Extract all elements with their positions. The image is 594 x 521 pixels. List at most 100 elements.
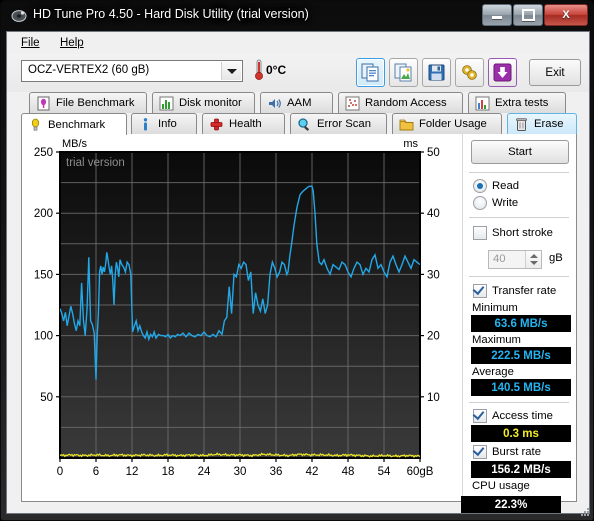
minimize-button[interactable] — [482, 4, 512, 26]
client-area: File Help OCZ-VERTEX2 (60 gB) 0°C Exit F… — [6, 31, 590, 514]
checkbox-short-stroke[interactable]: Short stroke — [473, 226, 553, 240]
divider-3 — [469, 276, 569, 277]
info-icon — [138, 117, 153, 132]
svg-text:48: 48 — [342, 466, 355, 478]
folder-icon — [399, 117, 414, 132]
checkbox-burst-rate-label: Burst rate — [492, 446, 541, 458]
copy-image-button[interactable] — [389, 58, 418, 87]
copy-text-button[interactable] — [356, 58, 385, 87]
checkbox-burst-rate-box — [473, 445, 487, 459]
tab-erase[interactable]: Erase — [507, 113, 577, 134]
tab-benchmark-label: Benchmark — [48, 118, 106, 131]
checkbox-access-time[interactable]: Access time — [473, 409, 553, 423]
tab-aam-label: AAM — [287, 97, 312, 109]
resize-grip[interactable] — [579, 506, 591, 518]
tab-file-benchmark[interactable]: File Benchmark — [29, 92, 147, 113]
maximize-button[interactable] — [513, 4, 543, 26]
svg-text:150: 150 — [34, 269, 53, 281]
svg-text:250: 250 — [34, 147, 53, 159]
tab-extra-tests-label: Extra tests — [495, 97, 549, 109]
settings-button[interactable] — [455, 58, 484, 87]
svg-text:0: 0 — [57, 466, 63, 478]
radio-read[interactable]: Read — [473, 179, 519, 193]
save-button[interactable] — [422, 58, 451, 87]
tab-benchmark[interactable]: Benchmark — [21, 113, 127, 135]
temperature-value: 0°C — [266, 63, 287, 77]
close-icon: X — [562, 9, 570, 21]
tab-info[interactable]: Info — [131, 113, 197, 134]
divider-1 — [469, 172, 569, 173]
benchmark-chart: trial version MB/s ms 50 100 150 200 250 10 20 30 4… — [22, 134, 459, 500]
minimum-value: 63.6 MB/s — [471, 315, 571, 332]
svg-text:54: 54 — [378, 466, 391, 478]
exit-button-label: Exit — [545, 66, 565, 79]
start-button-label: Start — [508, 146, 532, 158]
svg-text:60gB: 60gB — [407, 466, 434, 478]
average-value: 140.5 MB/s — [471, 379, 571, 396]
tab-disk-monitor[interactable]: Disk monitor — [152, 92, 255, 113]
radio-read-indicator — [473, 179, 487, 193]
svg-text:MB/s: MB/s — [62, 138, 88, 150]
svg-text:100: 100 — [34, 331, 53, 343]
hdtune-logo-icon — [11, 8, 27, 24]
short-stroke-stepper[interactable]: 40 — [488, 250, 542, 269]
chevron-down-icon[interactable] — [221, 62, 241, 80]
svg-text:12: 12 — [126, 466, 139, 478]
tab-folder-usage[interactable]: Folder Usage — [392, 113, 502, 134]
checkbox-transfer-rate-box — [473, 284, 487, 298]
tab-error-scan-label: Error Scan — [317, 118, 371, 130]
svg-text:10: 10 — [427, 392, 440, 404]
svg-text:30: 30 — [234, 466, 247, 478]
close-button[interactable]: X — [544, 4, 588, 26]
checkbox-transfer-rate[interactable]: Transfer rate — [473, 284, 556, 298]
svg-text:200: 200 — [34, 208, 53, 220]
tab-extra-tests[interactable]: Extra tests — [468, 92, 566, 113]
red-cross-icon — [209, 117, 224, 132]
burst-rate-value: 156.2 MB/s — [471, 461, 571, 478]
checkbox-short-stroke-label: Short stroke — [492, 227, 553, 239]
svg-text:6: 6 — [93, 466, 99, 478]
transfer-rate-graph: trial version MB/s ms 50 100 150 200 250 10 20 30 4… — [34, 138, 440, 478]
scatter-icon — [345, 96, 360, 111]
speaker-icon — [267, 96, 282, 111]
thermometer-icon — [254, 59, 264, 81]
menu-bar: File Help — [7, 32, 589, 55]
svg-text:36: 36 — [270, 466, 283, 478]
checkbox-burst-rate[interactable]: Burst rate — [473, 445, 541, 459]
window-controls: X — [482, 4, 588, 26]
radio-write[interactable]: Write — [473, 196, 518, 210]
menu-help[interactable]: Help — [54, 36, 90, 50]
toolbar-buttons — [356, 58, 517, 87]
minimum-label: Minimum — [472, 302, 518, 314]
svg-text:18: 18 — [162, 466, 175, 478]
tab-random-access-label: Random Access — [365, 97, 447, 109]
tab-aam[interactable]: AAM — [260, 92, 333, 113]
tab-file-benchmark-label: File Benchmark — [56, 97, 135, 109]
checkbox-short-stroke-box — [473, 226, 487, 240]
tab-health[interactable]: Health — [202, 113, 285, 134]
checkbox-access-time-label: Access time — [492, 410, 553, 422]
download-button[interactable] — [488, 58, 517, 87]
extra-tests-icon — [475, 96, 490, 111]
average-label: Average — [472, 366, 514, 378]
start-button[interactable]: Start — [471, 140, 569, 164]
svg-text:50: 50 — [427, 147, 440, 159]
toolbar: OCZ-VERTEX2 (60 gB) 0°C Exit — [7, 54, 589, 92]
title-bar: HD Tune Pro 4.50 - Hard Disk Utility (tr… — [1, 1, 593, 31]
radio-write-label: Write — [492, 197, 519, 209]
lightbulb-icon — [28, 117, 43, 132]
short-stroke-spin-buttons[interactable] — [525, 251, 541, 268]
drive-select[interactable]: OCZ-VERTEX2 (60 gB) — [21, 60, 243, 82]
tab-disk-monitor-label: Disk monitor — [179, 97, 242, 109]
divider-4 — [469, 402, 569, 403]
tab-info-label: Info — [158, 118, 177, 130]
menu-file[interactable]: File — [15, 36, 46, 50]
benchmark-panel: trial version MB/s ms 50 100 150 200 250 10 20 30 4… — [21, 134, 577, 502]
menu-file-label: File — [21, 37, 40, 49]
tab-random-access[interactable]: Random Access — [338, 92, 463, 113]
exit-button[interactable]: Exit — [529, 59, 581, 86]
tab-health-label: Health — [229, 118, 262, 130]
app-window: HD Tune Pro 4.50 - Hard Disk Utility (tr… — [0, 0, 594, 521]
tab-error-scan[interactable]: Error Scan — [290, 113, 387, 134]
short-stroke-unit: gB — [549, 252, 563, 264]
